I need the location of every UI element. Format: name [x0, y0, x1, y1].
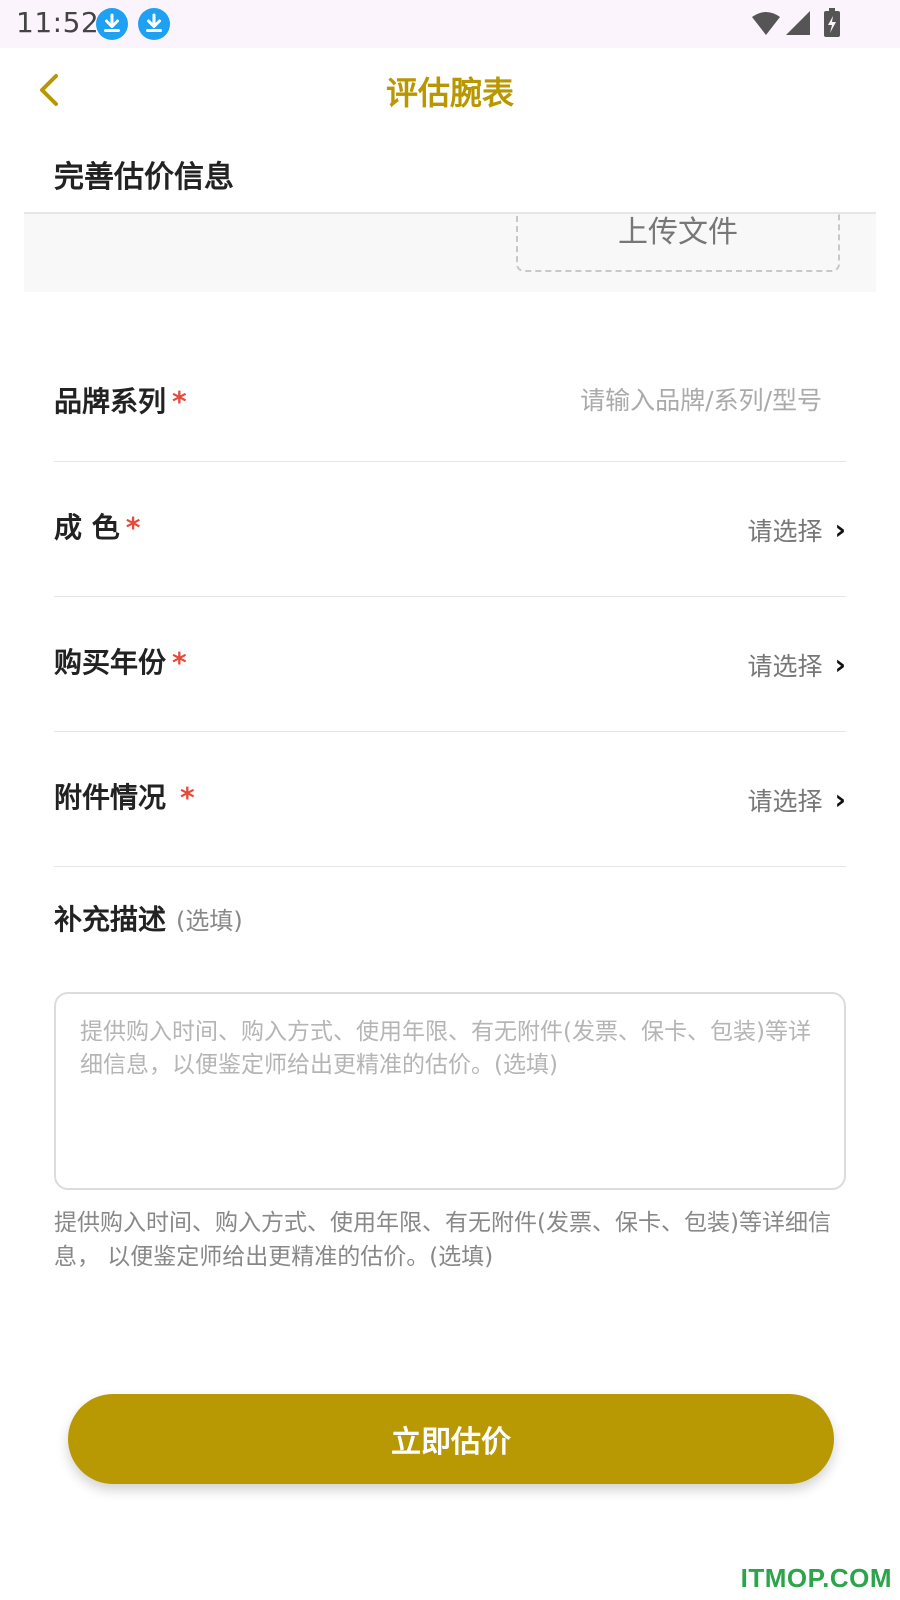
app-header: 评估腕表 [0, 48, 900, 132]
wifi-icon [752, 12, 780, 35]
section-title: 完善估价信息 [54, 160, 234, 195]
page-title: 评估腕表 [385, 74, 514, 112]
brand-row: 品牌系列 * [54, 352, 846, 462]
upload-panel: 上传文件 [24, 212, 876, 292]
condition-label: 成 色 * [54, 506, 140, 546]
brand-label: 品牌系列 * [54, 380, 187, 420]
accessories-select-label: 请选择 [747, 787, 823, 816]
purchase-year-select-label: 请选择 [747, 652, 823, 681]
status-icons [750, 8, 850, 40]
description-title: 补充描述 (选填) [54, 898, 243, 938]
chevron-right-icon: › [834, 513, 846, 546]
purchase-year-label: 购买年份 * [54, 641, 187, 681]
required-mark: * [180, 781, 195, 814]
download-icon [96, 8, 128, 40]
brand-input[interactable] [522, 386, 822, 415]
download-icon [138, 8, 170, 40]
signal-icon [786, 11, 810, 35]
description-title-text: 补充描述 [54, 903, 167, 936]
required-mark: * [125, 511, 141, 544]
accessories-row[interactable]: 附件情况 * 请选择 › [54, 732, 846, 867]
purchase-year-label-text: 购买年份 [54, 646, 167, 679]
status-time: 11:52 [16, 6, 100, 39]
required-mark: * [172, 385, 187, 418]
status-bar: 11:52 [0, 0, 900, 48]
description-textarea[interactable] [54, 992, 846, 1190]
upload-label: 上传文件 [618, 215, 738, 250]
optional-tag: (选填) [176, 907, 243, 935]
condition-select[interactable]: 请选择 › [747, 510, 846, 550]
condition-row[interactable]: 成 色 * 请选择 › [54, 462, 846, 597]
brand-label-text: 品牌系列 [54, 385, 167, 418]
description-hint: 提供购入时间、购入方式、使用年限、有无附件(发票、保卡、包装)等详细信息， 以便… [54, 1210, 831, 1270]
accessories-label-text: 附件情况 [54, 781, 167, 814]
purchase-year-select[interactable]: 请选择 › [747, 645, 846, 685]
purchase-year-row[interactable]: 购买年份 * 请选择 › [54, 597, 846, 732]
condition-select-label: 请选择 [747, 517, 823, 546]
required-mark: * [172, 646, 187, 679]
chevron-right-icon: › [834, 648, 846, 681]
accessories-select[interactable]: 请选择 › [747, 780, 846, 820]
watermark: ITMOP.COM [740, 1563, 892, 1593]
battery-charging-icon [824, 8, 840, 37]
condition-label-text: 成 色 [54, 511, 120, 544]
accessories-label: 附件情况 * [54, 776, 195, 816]
chevron-right-icon: › [834, 783, 846, 816]
estimate-now-button[interactable]: 立即估价 [68, 1394, 834, 1484]
upload-file-button[interactable]: 上传文件 [516, 214, 840, 272]
